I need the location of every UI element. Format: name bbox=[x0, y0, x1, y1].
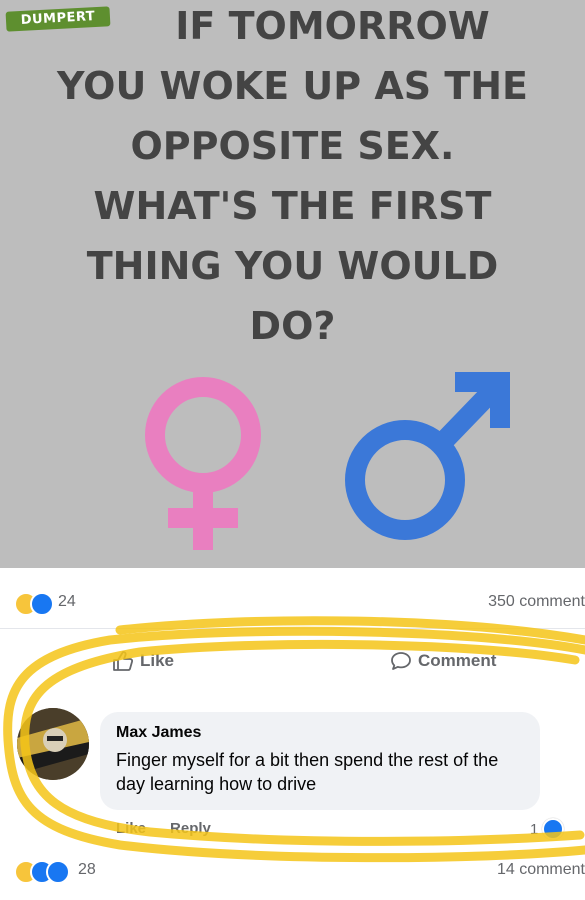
post-reactions-row: 24 350 comment bbox=[0, 580, 585, 629]
gender-symbols bbox=[145, 372, 510, 550]
footer-reactions-row: 28 14 comment bbox=[0, 860, 585, 890]
headline-line: OPPOSITE SEX. bbox=[130, 124, 455, 168]
male-symbol-icon bbox=[345, 372, 510, 540]
comment-actions: Like Reply bbox=[116, 820, 211, 837]
comment-like-link[interactable]: Like bbox=[116, 820, 146, 837]
comment-button[interactable]: Comment bbox=[390, 650, 496, 672]
like-button[interactable]: Like bbox=[112, 650, 174, 672]
comment-bubble: Max James Finger myself for a bit then s… bbox=[100, 712, 540, 810]
headline-line: DO? bbox=[249, 304, 336, 348]
comment-reply-link[interactable]: Reply bbox=[170, 820, 211, 837]
headline-line: IF TOMORROW bbox=[175, 4, 490, 48]
footer-reaction-count[interactable]: 28 bbox=[78, 861, 96, 879]
meme-image: DUMPERT IF TOMORROW YOU WOKE UP AS THE O… bbox=[0, 0, 585, 568]
reaction-icons[interactable] bbox=[14, 860, 74, 884]
headline-line: WHAT'S THE FIRST bbox=[93, 184, 492, 228]
headline-line: THING YOU WOULD bbox=[86, 244, 499, 288]
headline-line: YOU WOKE UP AS THE bbox=[56, 64, 529, 108]
like-reaction-icon bbox=[542, 818, 565, 840]
post-reaction-count[interactable]: 24 bbox=[58, 593, 76, 611]
avatar[interactable] bbox=[17, 708, 89, 780]
like-label: Like bbox=[140, 651, 175, 670]
post-comment-count[interactable]: 350 comment bbox=[488, 593, 585, 611]
avatar-image bbox=[17, 708, 89, 780]
female-symbol-icon bbox=[145, 377, 261, 550]
comment-reaction-badge[interactable]: 1 bbox=[530, 818, 565, 840]
thumbs-up-icon bbox=[113, 651, 134, 671]
comment-text: Finger myself for a bit then spend the r… bbox=[116, 750, 499, 794]
comment-author[interactable]: Max James bbox=[116, 724, 201, 742]
footer-comment-count[interactable]: 14 comment bbox=[497, 861, 585, 879]
like-reaction-icon bbox=[30, 592, 54, 616]
comment-label: Comment bbox=[418, 651, 497, 670]
like-reaction-icon bbox=[46, 860, 70, 884]
post-actions-row: Like Comment bbox=[0, 636, 585, 692]
comment-reaction-count: 1 bbox=[530, 820, 539, 838]
comment-bubble-icon bbox=[391, 652, 411, 670]
